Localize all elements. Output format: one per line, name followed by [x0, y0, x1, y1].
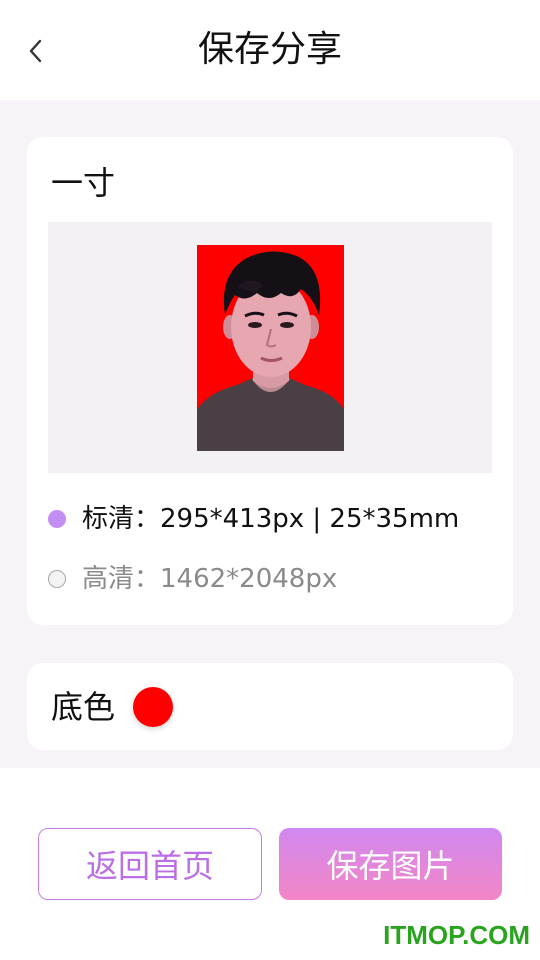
save-image-button[interactable]: 保存图片: [279, 828, 502, 900]
main-content: 一寸 标清：295*413px | 25*35mm 高清：1462*2048px…: [0, 100, 540, 768]
back-home-label: 返回首页: [85, 847, 214, 885]
save-image-label: 保存图片: [326, 847, 455, 885]
color-swatch[interactable]: [133, 686, 174, 727]
option-high[interactable]: 高清：1462*2048px: [48, 559, 337, 599]
header: 保存分享: [0, 0, 540, 100]
back-home-button[interactable]: 返回首页: [38, 828, 262, 900]
id-photo: [197, 245, 344, 451]
radio-unselected-icon: [48, 570, 66, 588]
portrait-image: [197, 245, 344, 451]
option-high-label: 高清：1462*2048px: [82, 564, 338, 594]
size-card: 一寸 标清：295*413px | 25*35mm 高清：1462*2048px: [27, 137, 513, 625]
radio-selected-icon: [48, 510, 66, 528]
option-standard[interactable]: 标清：295*413px | 25*35mm: [48, 499, 459, 539]
photo-preview: [48, 222, 492, 473]
background-color-card: 底色: [27, 663, 513, 750]
watermark: ITMOP.COM: [383, 920, 530, 950]
option-standard-label: 标清：295*413px | 25*35mm: [82, 504, 460, 534]
page-title: 保存分享: [197, 29, 342, 70]
size-title: 一寸: [51, 164, 116, 202]
background-color-label: 底色: [51, 687, 116, 726]
